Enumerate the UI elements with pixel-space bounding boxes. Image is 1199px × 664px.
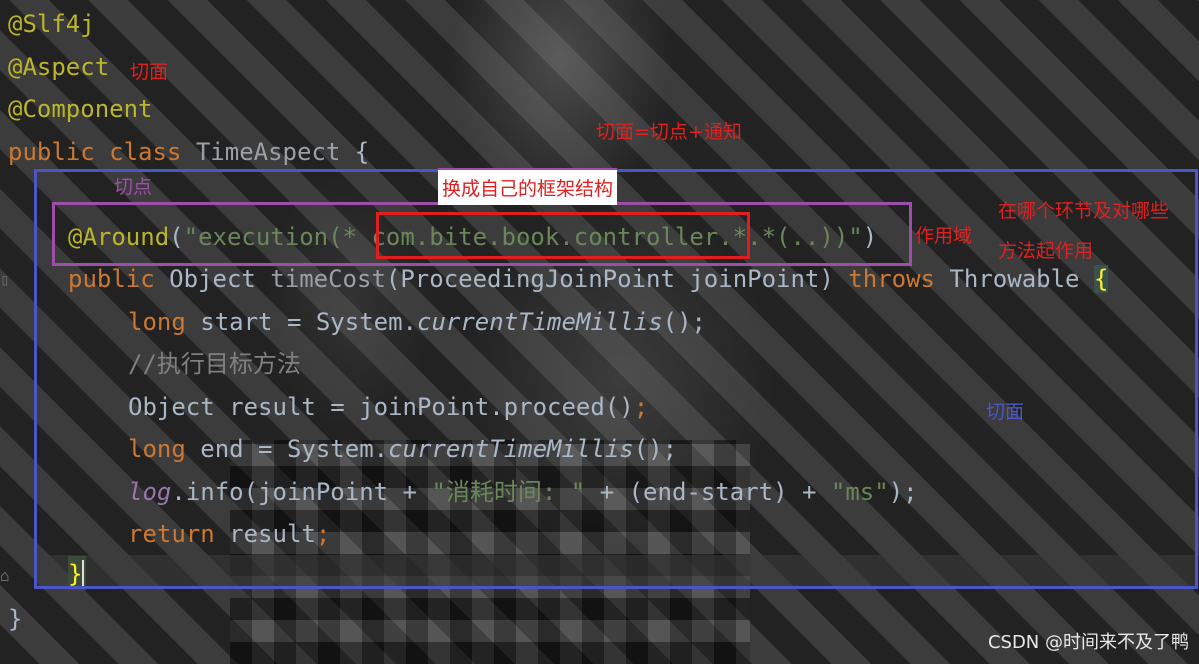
- aspect-formula-label: 切面=切点+通知: [596, 121, 742, 143]
- code-line-2: @Aspect: [8, 53, 110, 81]
- pointcut-label: 切点: [114, 176, 153, 198]
- code-line-14: }: [8, 605, 23, 633]
- where-label-line2: 方法起作用: [998, 240, 1094, 262]
- aspect-label-blue: 切面: [986, 401, 1025, 423]
- code-line-4: public class TimeAspect {: [8, 138, 370, 166]
- code-line-1: @Slf4j: [8, 10, 95, 38]
- gutter-method-icon[interactable]: ▯: [0, 270, 10, 289]
- code-line-3: @Component: [8, 95, 153, 123]
- package-box: [376, 212, 750, 259]
- where-label-line1: 在哪个环节及对哪些: [998, 200, 1170, 222]
- aspect-label: 切面: [130, 61, 169, 83]
- gutter-fold-icon[interactable]: ⌂: [0, 566, 10, 585]
- scope-label: 作用域: [915, 225, 973, 247]
- watermark: CSDN @时间来不及了鸭: [987, 632, 1189, 653]
- replace-structure-label: 换成自己的框架结构: [438, 168, 618, 205]
